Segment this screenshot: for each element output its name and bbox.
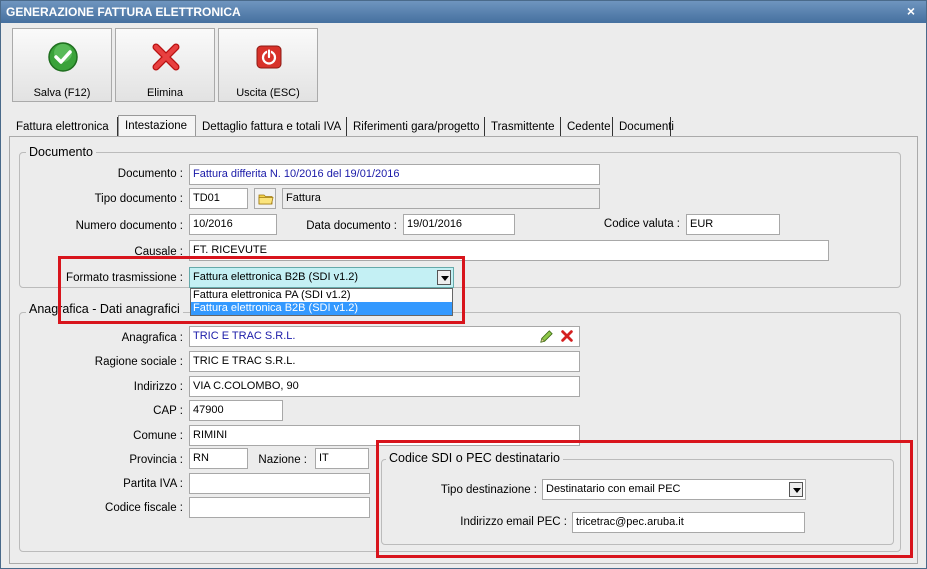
indirizzo-field[interactable]: VIA C.COLOMBO, 90 (189, 376, 580, 397)
nazione-label: Nazione : (258, 454, 307, 466)
power-icon (256, 45, 282, 69)
numero-documento-field[interactable]: 10/2016 (189, 214, 277, 235)
codice-valuta-field[interactable]: EUR (686, 214, 780, 235)
documento-group-title: Documento (26, 145, 96, 159)
window-title: GENERAZIONE FATTURA ELETTRONICA (6, 5, 241, 19)
close-icon[interactable]: × (904, 1, 918, 23)
highlight-box-sdi (376, 440, 913, 558)
data-documento-field[interactable]: 19/01/2016 (403, 214, 515, 235)
tab-dettaglio-fattura[interactable]: Dettaglio fattura e totali IVA (196, 117, 347, 137)
ragione-sociale-field[interactable]: TRIC E TRAC S.R.L. (189, 351, 580, 372)
save-label: Salva (F12) (33, 87, 91, 99)
nazione-field[interactable]: IT (315, 448, 369, 469)
red-x-icon (152, 43, 180, 71)
numero-documento-label: Numero documento : (75, 220, 183, 232)
tab-documenti[interactable]: Documenti (613, 117, 674, 137)
exit-label: Uscita (ESC) (236, 87, 300, 99)
delete-label: Elimina (146, 87, 184, 99)
codice-valuta-label: Codice valuta : (603, 218, 680, 230)
codice-fiscale-label: Codice fiscale : (105, 502, 183, 514)
tipo-documento-lookup-button[interactable] (254, 188, 276, 209)
tipo-documento-desc-field: Fattura (282, 188, 600, 209)
small-red-x-icon[interactable] (560, 329, 574, 343)
partita-iva-field[interactable] (189, 473, 370, 494)
tab-cedente[interactable]: Cedente (561, 117, 613, 137)
data-documento-label: Data documento : (306, 220, 397, 232)
tab-intestazione[interactable]: Intestazione (118, 115, 196, 137)
tipo-documento-label: Tipo documento : (94, 193, 183, 205)
documento-field[interactable]: Fattura differita N. 10/2016 del 19/01/2… (189, 164, 600, 185)
tab-riferimenti-gara[interactable]: Riferimenti gara/progetto (347, 117, 485, 137)
comune-label: Comune : (133, 430, 183, 442)
provincia-label: Provincia : (129, 454, 183, 466)
tab-fattura-elettronica[interactable]: Fattura elettronica (10, 117, 118, 137)
codice-fiscale-field[interactable] (189, 497, 370, 518)
folder-icon (258, 194, 274, 205)
pencil-icon[interactable] (539, 329, 554, 344)
delete-button[interactable]: Elimina (115, 28, 215, 102)
cap-field[interactable]: 47900 (189, 400, 283, 421)
main-window: GENERAZIONE FATTURA ELETTRONICA × Salva … (0, 0, 927, 569)
check-circle-icon (48, 42, 78, 72)
indirizzo-label: Indirizzo : (133, 381, 183, 393)
partita-iva-label: Partita IVA : (123, 478, 183, 490)
exit-button[interactable]: Uscita (ESC) (218, 28, 318, 102)
highlight-box-formato (58, 256, 465, 324)
ragione-sociale-label: Ragione sociale : (94, 356, 183, 368)
tipo-documento-code-field[interactable]: TD01 (189, 188, 248, 209)
provincia-field[interactable]: RN (189, 448, 248, 469)
documento-label: Documento : (117, 168, 183, 180)
save-button[interactable]: Salva (F12) (12, 28, 112, 102)
anagrafica-value: TRIC E TRAC S.R.L. (193, 330, 296, 342)
anagrafica-field[interactable]: TRIC E TRAC S.R.L. (189, 326, 580, 347)
tab-trasmittente[interactable]: Trasmittente (485, 117, 561, 137)
anagrafica-label: Anagrafica : (121, 332, 183, 344)
title-bar: GENERAZIONE FATTURA ELETTRONICA (1, 1, 926, 23)
cap-label: CAP : (153, 405, 183, 417)
